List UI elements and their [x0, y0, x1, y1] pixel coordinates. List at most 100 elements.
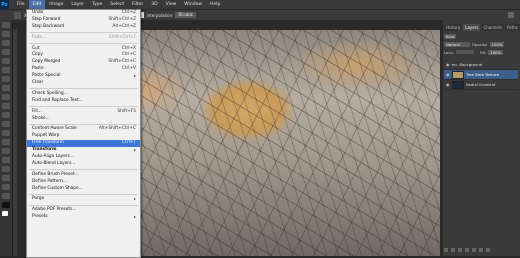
tab-history[interactable]: History: [444, 24, 463, 31]
menu-item-find-and-replace-text[interactable]: Find and Replace Text...: [27, 98, 140, 105]
zoom-tool-icon[interactable]: [2, 193, 10, 199]
menu-item-label: Find and Replace Text...: [32, 97, 83, 103]
shape-tool-icon[interactable]: [2, 175, 10, 181]
menu-item-step-backward[interactable]: Step Backward Alt+Ctrl+Z: [27, 24, 140, 31]
type-tool-icon[interactable]: [2, 157, 10, 163]
link-icon[interactable]: [444, 248, 448, 252]
menu-item-clear[interactable]: Clear: [27, 80, 140, 87]
menu-3d[interactable]: 3D: [147, 0, 161, 9]
quick-select-tool-icon[interactable]: [2, 49, 10, 55]
visibility-eye-icon[interactable]: ◉: [446, 82, 450, 87]
dodge-tool-icon[interactable]: [2, 139, 10, 145]
menu-item-auto-align-layers[interactable]: Auto-Align Layers...: [27, 154, 140, 161]
menu-view[interactable]: View: [162, 0, 181, 9]
crop-tool-icon[interactable]: [2, 58, 10, 64]
brush-tool-icon[interactable]: [2, 85, 10, 91]
menu-edit[interactable]: Edit: [28, 0, 46, 9]
layer-group[interactable]: ◉ ▾▭ Background: [444, 60, 518, 70]
menu-item-auto-blend-layers[interactable]: Auto-Blend Layers...: [27, 161, 140, 168]
mask-icon[interactable]: [458, 248, 462, 252]
menu-item-label: Auto-Blend Layers...: [32, 160, 76, 166]
blur-tool-icon[interactable]: [2, 130, 10, 136]
opacity-field[interactable]: 100%: [489, 41, 505, 47]
pen-tool-icon[interactable]: [2, 148, 10, 154]
menu-item-transform[interactable]: Transform ▸: [27, 147, 140, 154]
fill-field[interactable]: 100%: [488, 49, 504, 55]
menu-item-define-custom-shape[interactable]: Define Custom Shape...: [27, 186, 140, 193]
background-color-swatch[interactable]: [2, 211, 8, 216]
panel-dock-divider[interactable]: [441, 20, 443, 256]
lasso-tool-icon[interactable]: [2, 40, 10, 46]
tab-channels[interactable]: Channels: [481, 24, 504, 31]
menu-item-label: Purge: [32, 196, 45, 202]
menu-image[interactable]: Image: [45, 0, 67, 9]
new-layer-icon[interactable]: [479, 248, 483, 252]
menu-item-label: Define Pattern...: [32, 178, 67, 184]
menu-type[interactable]: Type: [88, 0, 106, 9]
reference-point-icon[interactable]: [14, 11, 21, 19]
layer-thumbnail: [452, 80, 464, 89]
layer-name: Radial Gradient: [466, 82, 496, 87]
menu-item-fade[interactable]: Fade... Shift+Ctrl+F: [27, 35, 140, 42]
eraser-tool-icon[interactable]: [2, 112, 10, 118]
menu-item-label: Paste Special: [32, 73, 61, 79]
fx-icon[interactable]: [451, 248, 455, 252]
submenu-arrow-icon: ▸: [133, 196, 136, 202]
eyedropper-tool-icon[interactable]: [2, 67, 10, 73]
menu-item-fill[interactable]: Fill... Shift+F5: [27, 109, 140, 116]
menu-item-shortcut: Shift+Ctrl+F: [108, 34, 136, 40]
menu-item-stroke[interactable]: Stroke...: [27, 116, 140, 123]
menu-bar: Ps File Edit Image Layer Type Select Filter 3D V…: [0, 0, 520, 9]
foreground-color-swatch[interactable]: [2, 202, 10, 208]
menu-item-check-spelling[interactable]: Check Spelling...: [27, 91, 140, 98]
menu-item-purge[interactable]: Purge ▸: [27, 196, 140, 203]
visibility-eye-icon[interactable]: ◉: [446, 72, 450, 77]
clone-stamp-tool-icon[interactable]: [2, 94, 10, 100]
lock-icons[interactable]: [455, 50, 474, 54]
warp-icon[interactable]: [508, 12, 514, 18]
menu-separator: [29, 106, 138, 108]
tools-panel: [0, 20, 13, 256]
interpolation-dropdown[interactable]: Bicubic: [175, 12, 196, 18]
menu-item-undo[interactable]: Undo Ctrl+Z: [27, 10, 140, 17]
menu-select[interactable]: Select: [106, 0, 128, 9]
layer-name: Background: [459, 62, 483, 67]
menu-items: File Edit Image Layer Type Select Filter 3D View…: [13, 0, 224, 9]
layer-row[interactable]: ◉ Tree Bark Texture: [444, 70, 518, 80]
vertical-ruler: [13, 29, 17, 256]
tab-layers[interactable]: Layers: [463, 24, 481, 31]
lock-label: Lock:: [444, 49, 454, 55]
move-tool-icon[interactable]: [2, 22, 10, 28]
gradient-tool-icon[interactable]: [2, 121, 10, 127]
menu-item-label: Stroke...: [32, 115, 50, 121]
menu-item-define-brush-preset[interactable]: Define Brush Preset...: [27, 172, 140, 179]
menu-item-label: Step Forward: [32, 16, 61, 22]
menu-window[interactable]: Window: [180, 0, 206, 9]
healing-tool-icon[interactable]: [2, 76, 10, 82]
visibility-eye-icon[interactable]: ◉: [446, 62, 450, 67]
menu-item-step-forward[interactable]: Step Forward Shift+Ctrl+Z: [27, 17, 140, 24]
menu-help[interactable]: Help: [206, 0, 224, 9]
history-brush-tool-icon[interactable]: [2, 103, 10, 109]
menu-item-label: Transform: [32, 147, 57, 153]
menu-separator: [29, 88, 138, 90]
hand-tool-icon[interactable]: [2, 184, 10, 190]
path-select-tool-icon[interactable]: [2, 166, 10, 172]
menu-file[interactable]: File: [13, 0, 29, 9]
canvas-image-bark-texture[interactable]: [108, 30, 440, 256]
marquee-tool-icon[interactable]: [2, 31, 10, 37]
menu-layer[interactable]: Layer: [67, 0, 88, 9]
folder-icon[interactable]: [472, 248, 476, 252]
menu-item-paste-special[interactable]: Paste Special ▸: [27, 73, 140, 80]
trash-icon[interactable]: [486, 248, 490, 252]
menu-separator: [29, 123, 138, 125]
layer-row[interactable]: ◉ Radial Gradient: [444, 80, 518, 90]
blend-mode-dropdown[interactable]: Normal: [444, 41, 470, 47]
menu-item-presets[interactable]: Presets ▸: [27, 214, 140, 221]
menu-item-define-pattern[interactable]: Define Pattern...: [27, 179, 140, 186]
submenu-arrow-icon: ▸: [133, 147, 136, 153]
adjustment-icon[interactable]: [465, 248, 469, 252]
menu-filter[interactable]: Filter: [128, 0, 147, 9]
filter-kind-dropdown[interactable]: Kind: [444, 33, 457, 39]
tab-paths[interactable]: Paths: [505, 24, 520, 31]
